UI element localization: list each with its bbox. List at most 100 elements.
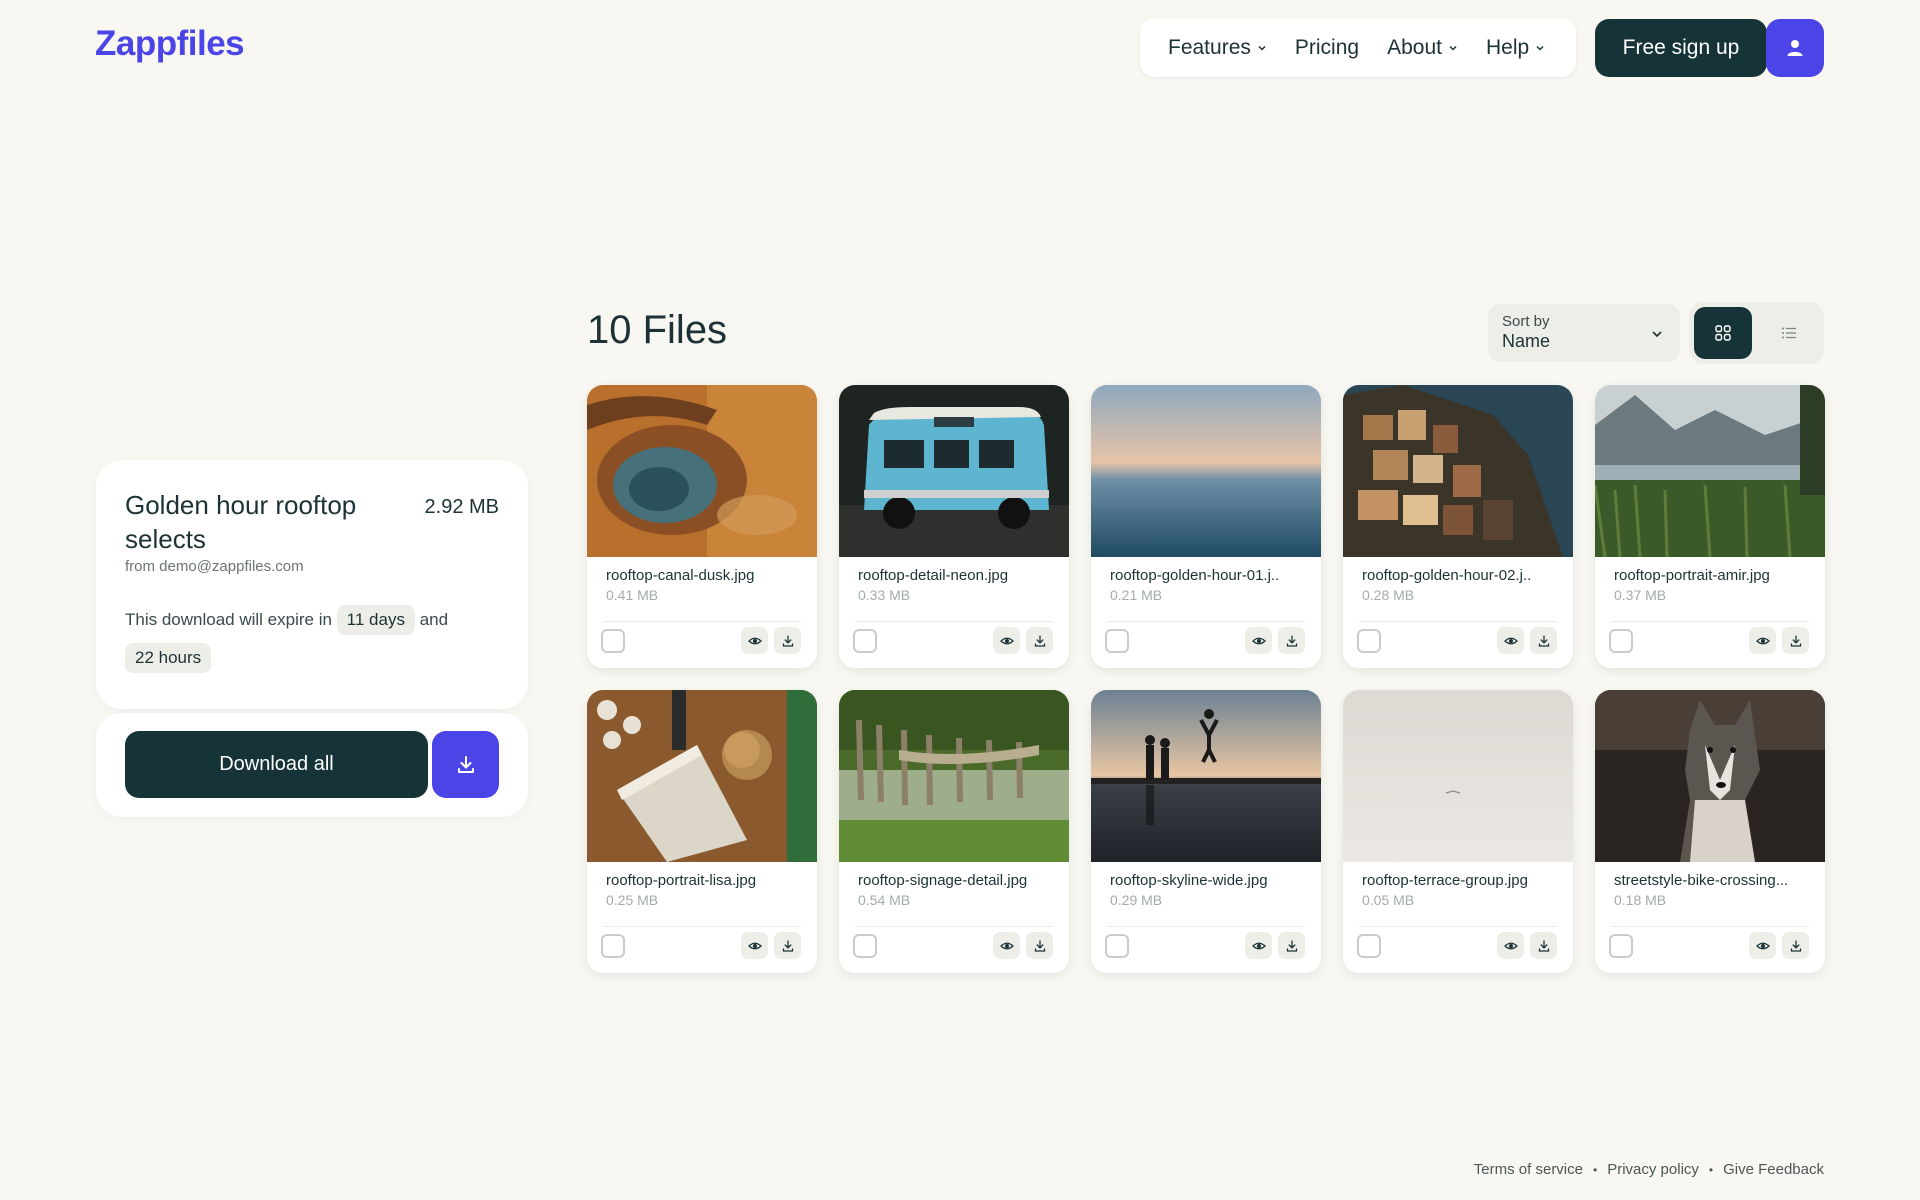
free-signup-button[interactable]: Free sign up bbox=[1595, 19, 1767, 77]
brand-logo[interactable]: Zappfiles bbox=[95, 24, 245, 64]
file-thumbnail[interactable] bbox=[1595, 690, 1825, 862]
transfer-info-card: Golden hour rooftop selects 2.92 MB from… bbox=[96, 460, 528, 709]
download-file-button[interactable] bbox=[1782, 932, 1809, 959]
file-select-checkbox[interactable] bbox=[1357, 934, 1381, 958]
file-select-checkbox[interactable] bbox=[601, 934, 625, 958]
nav-features-label: Features bbox=[1168, 35, 1251, 59]
download-file-button[interactable] bbox=[1026, 932, 1053, 959]
download-file-button[interactable] bbox=[1530, 627, 1557, 654]
download-all-card: Download all bbox=[96, 713, 528, 817]
list-icon bbox=[1782, 327, 1796, 339]
file-thumbnail[interactable] bbox=[1595, 385, 1825, 557]
main-nav: Features Pricing About Help bbox=[1140, 18, 1576, 77]
file-thumbnail[interactable] bbox=[839, 690, 1069, 862]
file-thumbnail[interactable] bbox=[587, 385, 817, 557]
download-icon bbox=[1538, 634, 1549, 647]
preview-button[interactable] bbox=[1497, 932, 1524, 959]
nav-help[interactable]: Help bbox=[1486, 36, 1545, 60]
file-size: 0.29 MB bbox=[1110, 892, 1163, 908]
eye-icon bbox=[999, 637, 1014, 644]
grid-view-button[interactable] bbox=[1694, 307, 1752, 359]
view-mode-toggle bbox=[1689, 302, 1824, 364]
eye-icon bbox=[1755, 637, 1770, 644]
download-icon bbox=[1790, 939, 1801, 952]
file-card[interactable]: rooftop-detail-neon.jpg 0.33 MB bbox=[839, 385, 1069, 668]
preview-button[interactable] bbox=[1497, 627, 1524, 654]
file-card[interactable]: rooftop-terrace-group.jpg 0.05 MB bbox=[1343, 690, 1573, 973]
file-thumbnail[interactable] bbox=[839, 385, 1069, 557]
file-name: rooftop-portrait-lisa.jpg bbox=[606, 872, 757, 889]
terms-link[interactable]: Terms of service bbox=[1474, 1161, 1583, 1178]
file-thumbnail[interactable] bbox=[1343, 385, 1573, 557]
file-card[interactable]: rooftop-golden-hour-02.j.. 0.28 MB bbox=[1343, 385, 1573, 668]
download-icon bbox=[1034, 634, 1045, 647]
download-file-button[interactable] bbox=[1782, 627, 1809, 654]
file-select-checkbox[interactable] bbox=[1609, 934, 1633, 958]
file-card[interactable]: rooftop-golden-hour-01.j.. 0.21 MB bbox=[1091, 385, 1321, 668]
file-card[interactable]: rooftop-signage-detail.jpg 0.54 MB bbox=[839, 690, 1069, 973]
file-size: 0.28 MB bbox=[1362, 587, 1415, 603]
card-divider bbox=[1359, 926, 1557, 927]
eye-icon bbox=[747, 637, 762, 644]
eye-icon bbox=[1251, 942, 1266, 949]
file-card[interactable]: rooftop-portrait-amir.jpg 0.37 MB bbox=[1595, 385, 1825, 668]
file-select-checkbox[interactable] bbox=[601, 629, 625, 653]
download-all-icon-button[interactable] bbox=[432, 731, 499, 798]
preview-button[interactable] bbox=[993, 932, 1020, 959]
file-select-checkbox[interactable] bbox=[1105, 629, 1129, 653]
file-thumbnail[interactable] bbox=[587, 690, 817, 862]
preview-button[interactable] bbox=[993, 627, 1020, 654]
preview-button[interactable] bbox=[741, 932, 768, 959]
list-view-button[interactable] bbox=[1760, 307, 1818, 359]
file-thumbnail[interactable] bbox=[1343, 690, 1573, 862]
expiry-prefix: This download will expire in bbox=[125, 610, 332, 629]
files-count-title: 10 Files bbox=[587, 308, 728, 352]
nav-about[interactable]: About bbox=[1387, 36, 1458, 60]
file-select-checkbox[interactable] bbox=[853, 629, 877, 653]
transfer-sender: from demo@zappfiles.com bbox=[125, 558, 304, 575]
file-card[interactable]: rooftop-portrait-lisa.jpg 0.25 MB bbox=[587, 690, 817, 973]
preview-button[interactable] bbox=[1749, 627, 1776, 654]
download-all-button[interactable]: Download all bbox=[125, 731, 428, 798]
file-card[interactable]: streetstyle-bike-crossing... 0.18 MB bbox=[1595, 690, 1825, 973]
file-select-checkbox[interactable] bbox=[1609, 629, 1633, 653]
sort-dropdown[interactable]: Sort by Name bbox=[1488, 304, 1680, 362]
file-name: rooftop-skyline-wide.jpg bbox=[1110, 872, 1268, 889]
chevron-down-icon bbox=[1258, 45, 1266, 51]
file-name: rooftop-canal-dusk.jpg bbox=[606, 567, 755, 584]
privacy-link[interactable]: Privacy policy bbox=[1607, 1161, 1699, 1178]
file-name: rooftop-golden-hour-02.j.. bbox=[1362, 567, 1532, 584]
file-name: rooftop-signage-detail.jpg bbox=[858, 872, 1028, 889]
download-file-button[interactable] bbox=[1278, 932, 1305, 959]
download-file-button[interactable] bbox=[774, 627, 801, 654]
preview-button[interactable] bbox=[1245, 932, 1272, 959]
file-card[interactable]: rooftop-skyline-wide.jpg 0.29 MB bbox=[1091, 690, 1321, 973]
chevron-down-icon bbox=[1449, 45, 1457, 51]
eye-icon bbox=[999, 942, 1014, 949]
feedback-link[interactable]: Give Feedback bbox=[1723, 1161, 1824, 1178]
download-file-button[interactable] bbox=[1530, 932, 1557, 959]
transfer-size: 2.92 MB bbox=[424, 496, 499, 518]
file-select-checkbox[interactable] bbox=[1357, 629, 1381, 653]
file-thumbnail[interactable] bbox=[1091, 690, 1321, 862]
file-thumbnail[interactable] bbox=[1091, 385, 1321, 557]
nav-features[interactable]: Features bbox=[1168, 36, 1267, 60]
account-button[interactable] bbox=[1766, 19, 1824, 77]
download-file-button[interactable] bbox=[774, 932, 801, 959]
download-icon bbox=[1286, 634, 1297, 647]
file-select-checkbox[interactable] bbox=[853, 934, 877, 958]
nav-pricing-label: Pricing bbox=[1294, 35, 1360, 59]
card-divider bbox=[1359, 621, 1557, 622]
nav-pricing[interactable]: Pricing bbox=[1295, 36, 1359, 60]
preview-button[interactable] bbox=[1749, 932, 1776, 959]
preview-button[interactable] bbox=[741, 627, 768, 654]
file-select-checkbox[interactable] bbox=[1105, 934, 1129, 958]
expiry-days-badge: 11 days bbox=[336, 605, 415, 635]
file-card[interactable]: rooftop-canal-dusk.jpg 0.41 MB bbox=[587, 385, 817, 668]
download-file-button[interactable] bbox=[1278, 627, 1305, 654]
file-size: 0.21 MB bbox=[1110, 587, 1163, 603]
preview-button[interactable] bbox=[1245, 627, 1272, 654]
card-divider bbox=[1107, 926, 1305, 927]
download-file-button[interactable] bbox=[1026, 627, 1053, 654]
file-size: 0.37 MB bbox=[1614, 587, 1667, 603]
